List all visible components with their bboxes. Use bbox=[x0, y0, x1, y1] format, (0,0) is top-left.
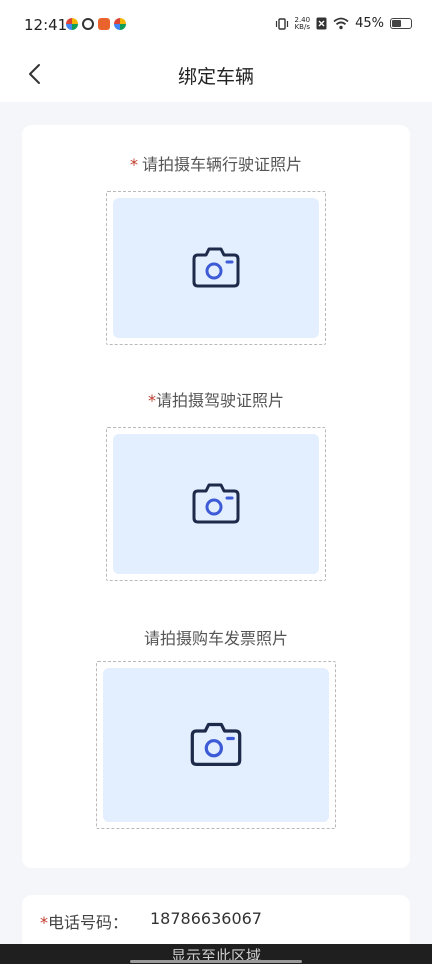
camera-icon bbox=[190, 722, 242, 766]
battery-percent: 45% bbox=[355, 16, 384, 31]
upload-area[interactable] bbox=[113, 198, 319, 338]
status-bar: 12:41 2.40 KB/s 45% bbox=[0, 0, 432, 52]
upload-area[interactable] bbox=[103, 668, 329, 822]
no-sim-icon bbox=[316, 17, 327, 30]
page-title: 绑定车辆 bbox=[177, 66, 254, 88]
driver-license-label: *请拍摄驾驶证照片 bbox=[22, 387, 410, 411]
home-indicator[interactable] bbox=[130, 960, 302, 963]
vehicle-license-label: * 请拍摄车辆行驶证照片 bbox=[22, 151, 410, 175]
app-header: 绑定车辆 bbox=[0, 52, 432, 102]
required-mark: * bbox=[129, 155, 138, 174]
network-speed: 2.40 KB/s bbox=[294, 16, 311, 31]
status-right: 2.40 KB/s 45% bbox=[275, 16, 412, 31]
phone-label: *电话号码： bbox=[40, 909, 128, 933]
status-time: 12:41 bbox=[24, 16, 68, 34]
vibrate-icon bbox=[275, 17, 288, 30]
phone-label-text: 电话号码： bbox=[48, 913, 129, 932]
purchase-invoice-label: 请拍摄购车发票照片 bbox=[22, 625, 410, 649]
photo-upload-card: * 请拍摄车辆行驶证照片 *请拍摄驾驶证照片 请拍摄购车发票照片 bbox=[22, 125, 410, 868]
vehicle-license-label-text: 请拍摄车辆行驶证照片 bbox=[141, 155, 302, 174]
status-app-icons bbox=[66, 18, 126, 30]
wifi-icon bbox=[333, 17, 349, 30]
required-mark: * bbox=[147, 391, 156, 410]
driver-license-upload[interactable] bbox=[106, 427, 326, 581]
network-speed-unit: KB/s bbox=[294, 22, 310, 31]
driver-license-label-text: 请拍摄驾驶证照片 bbox=[155, 391, 284, 410]
purchase-invoice-label-text: 请拍摄购车发票照片 bbox=[143, 629, 288, 648]
camera-icon bbox=[192, 247, 240, 288]
bottom-bar: 显示至此区域 bbox=[0, 944, 432, 964]
camera-icon bbox=[192, 483, 240, 524]
required-mark: * bbox=[40, 913, 48, 932]
app-notification-icon bbox=[98, 18, 110, 30]
phone-input[interactable]: 18786636067 bbox=[150, 909, 262, 928]
app-notification-icon bbox=[114, 18, 126, 30]
upload-area[interactable] bbox=[113, 434, 319, 574]
app-notification-icon bbox=[82, 18, 94, 30]
purchase-invoice-upload[interactable] bbox=[96, 661, 336, 829]
battery-icon bbox=[390, 18, 412, 29]
vehicle-license-upload[interactable] bbox=[106, 191, 326, 345]
app-notification-icon bbox=[66, 18, 78, 30]
